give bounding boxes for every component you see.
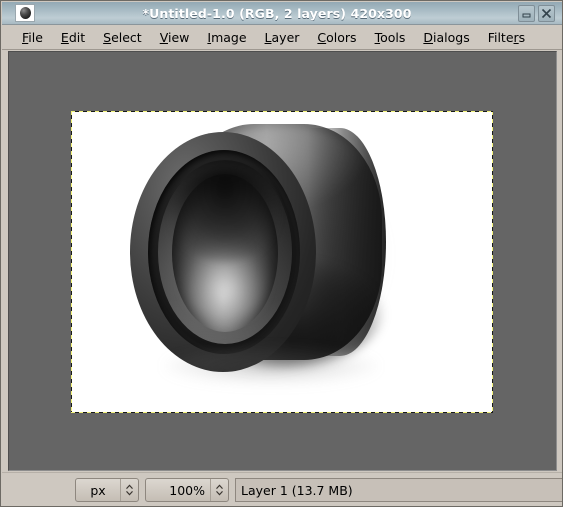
zoom-spinner[interactable] xyxy=(210,479,228,501)
rendered-tire-artwork xyxy=(72,112,492,412)
spinner-chevrons-icon xyxy=(216,484,223,496)
menu-item-file[interactable]: File xyxy=(13,28,52,47)
titlebar[interactable]: *Untitled-1.0 (RGB, 2 layers) 420x300 xyxy=(2,2,562,25)
menu-pre-filters: Filte xyxy=(487,29,514,45)
contact-shadow xyxy=(164,348,378,384)
menu-rest-select: elect xyxy=(111,29,142,45)
menu-item-layer[interactable]: Layer xyxy=(256,28,309,47)
menu-rest-colors: olors xyxy=(326,29,357,45)
minimize-button[interactable] xyxy=(518,4,535,22)
menu-item-image[interactable]: Image xyxy=(198,28,255,47)
menu-mnemonic-edit: E xyxy=(60,29,69,45)
image-canvas[interactable] xyxy=(71,111,493,413)
menu-rest-view: iew xyxy=(168,29,190,45)
menu-rest-image: mage xyxy=(211,29,247,45)
menu-item-view[interactable]: View xyxy=(151,28,199,47)
unit-combo[interactable]: px xyxy=(75,478,139,502)
menu-rest-edit: dit xyxy=(68,29,86,45)
menu-item-edit[interactable]: Edit xyxy=(52,28,94,47)
statusbar: px 100% Layer 1 (13.7 MB) xyxy=(2,472,562,506)
menubar: File Edit Select View Image Layer Colors… xyxy=(2,25,562,50)
menu-item-filters[interactable]: Filters xyxy=(479,28,534,47)
menu-rest-layer: ayer xyxy=(271,29,300,45)
menu-mnemonic-colors: C xyxy=(317,29,327,45)
hub-top-shadow xyxy=(172,170,278,262)
unit-value: px xyxy=(90,482,106,498)
spinner-chevrons-icon xyxy=(126,484,133,496)
menu-mnemonic-layer: L xyxy=(264,29,272,45)
layer-status-field: Layer 1 (13.7 MB) xyxy=(235,478,562,502)
menu-item-dialogs[interactable]: Dialogs xyxy=(414,28,478,47)
menu-mnemonic-select: S xyxy=(103,29,112,45)
menu-mnemonic-dialogs: D xyxy=(423,29,433,45)
menu-rest-filters: s xyxy=(518,29,526,45)
menu-item-select[interactable]: Select xyxy=(94,28,151,47)
window-title: *Untitled-1.0 (RGB, 2 layers) 420x300 xyxy=(142,5,412,21)
menu-rest-file: ile xyxy=(28,29,43,45)
menu-mnemonic-view: V xyxy=(159,29,168,45)
zoom-combo[interactable]: 100% xyxy=(145,478,229,502)
menu-rest-tools: ools xyxy=(380,29,406,45)
menu-rest-dialogs: ialogs xyxy=(433,29,470,45)
layer-status-label: Layer 1 (13.7 MB) xyxy=(241,482,353,498)
close-button[interactable] xyxy=(538,4,555,22)
canvas-viewport[interactable] xyxy=(8,51,557,471)
image-thumbnail-icon xyxy=(15,4,35,22)
unit-spinner[interactable] xyxy=(120,479,138,501)
gimp-image-window: *Untitled-1.0 (RGB, 2 layers) 420x300 Fi… xyxy=(0,0,563,507)
zoom-value: 100% xyxy=(169,482,205,498)
menu-item-tools[interactable]: Tools xyxy=(366,28,415,47)
thumbnail-sphere xyxy=(19,7,31,19)
menu-item-colors[interactable]: Colors xyxy=(308,28,365,47)
